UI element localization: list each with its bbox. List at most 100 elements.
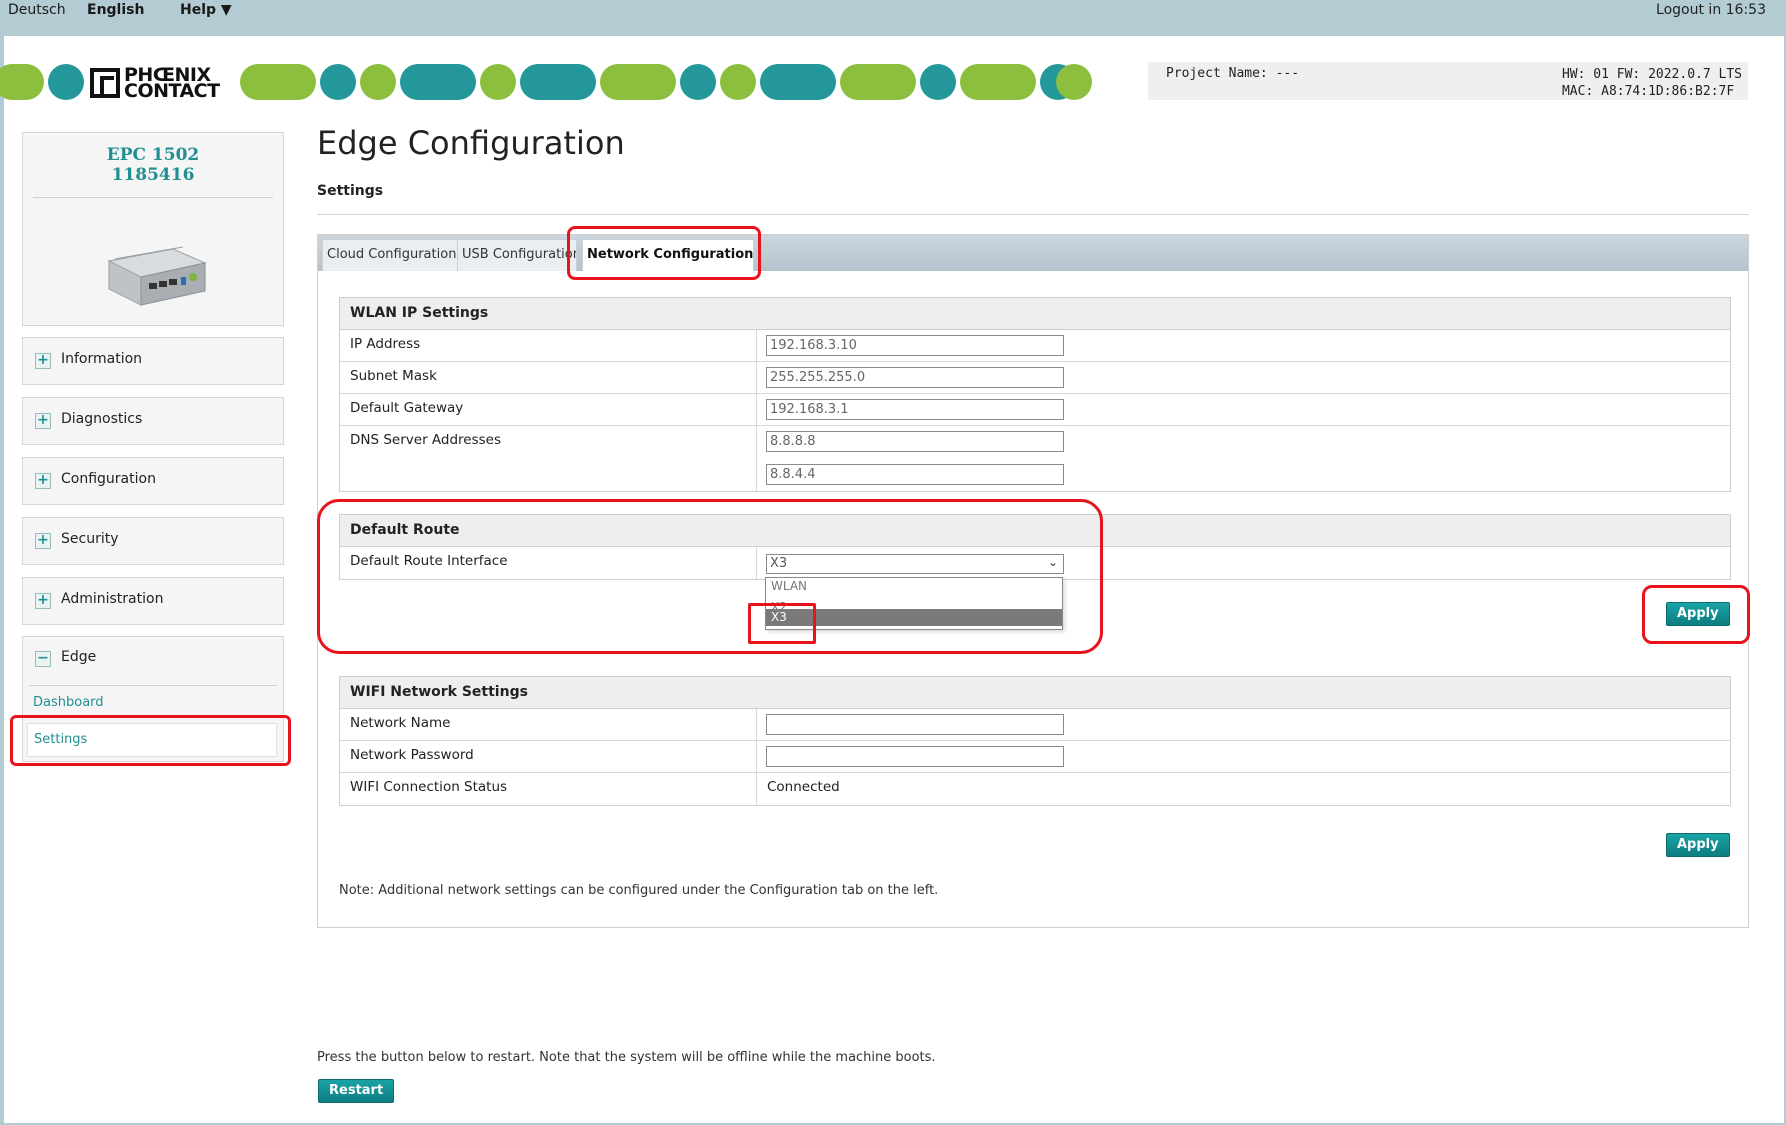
device-model: EPC 1502 [106, 145, 200, 165]
sidebar-item-label: Security [61, 531, 119, 547]
divider [317, 214, 1749, 215]
page-subtitle: Settings [317, 183, 384, 199]
frame-border-left [0, 36, 4, 1125]
phoenix-contact-logo: PHŒNIX CONTACT [86, 64, 236, 102]
brand-dot [320, 64, 356, 100]
table-row: Network Name [340, 709, 1730, 741]
tab-network-configuration[interactable]: Network Configuration [582, 239, 754, 271]
plus-icon: + [35, 353, 51, 369]
default-route-interface-label: Default Route Interface [350, 553, 508, 569]
help-menu[interactable]: Help ▼ [180, 2, 232, 18]
sidebar-item-diagnostics[interactable]: + Diagnostics [22, 397, 284, 445]
logout-link[interactable]: Logout in 16:53 [1656, 2, 1766, 18]
logo-text-line2: CONTACT [124, 80, 220, 102]
dns-server-2-input[interactable] [766, 464, 1064, 485]
network-name-label: Network Name [350, 715, 451, 731]
brand-dot [240, 64, 316, 100]
brand-dot [760, 64, 836, 100]
default-route-interface-select[interactable]: X3 ⌄ [766, 554, 1064, 574]
sidebar-group-edge: − Edge Dashboard Settings [22, 636, 284, 762]
sidebar-item-administration[interactable]: + Administration [22, 577, 284, 625]
brand-dot [480, 64, 516, 100]
network-password-input[interactable] [766, 746, 1064, 767]
sidebar-item-edge[interactable]: Edge [61, 649, 96, 665]
dns-server-1-input[interactable] [766, 431, 1064, 452]
network-password-label: Network Password [350, 747, 474, 763]
sidebar-item-label: Configuration [61, 471, 156, 487]
subnet-mask-label: Subnet Mask [350, 368, 437, 384]
default-route-section: Default Route Default Route Interface X3… [339, 514, 1731, 580]
table-row: IP Address [340, 330, 1730, 362]
sidebar-subitem-settings[interactable]: Settings [34, 732, 87, 747]
dns-servers-label: DNS Server Addresses [350, 432, 502, 448]
brand-dot [720, 64, 756, 100]
device-part-number: 1185416 [111, 165, 195, 185]
wifi-network-settings-section: WIFI Network Settings Network Name Netwo… [339, 676, 1731, 806]
plus-icon: + [35, 413, 51, 429]
sidebar-subitem-dashboard[interactable]: Dashboard [33, 695, 104, 710]
device-card: EPC 1502 1185416 [22, 132, 284, 326]
settings-panel: Cloud Configuration USB Configuration Ne… [317, 234, 1749, 928]
sidebar-subitem-settings-active[interactable]: Settings [27, 723, 277, 757]
top-bar: Deutsch English Help ▼ Logout in 16:53 [0, 0, 1786, 36]
subnet-mask-input[interactable] [766, 367, 1064, 388]
brand-dot [360, 64, 396, 100]
table-row: DNS Server Addresses [340, 426, 1730, 491]
table-row: WIFI Connection Status Connected [340, 773, 1730, 805]
tab-usb-configuration[interactable]: USB Configuration [457, 239, 577, 271]
brand-dot [840, 64, 916, 100]
plus-icon: + [35, 593, 51, 609]
brand-dot [48, 64, 84, 100]
plus-icon: + [35, 533, 51, 549]
section-heading: WLAN IP Settings [340, 298, 1730, 330]
ip-address-input[interactable] [766, 335, 1064, 356]
tab-bar: Cloud Configuration USB Configuration Ne… [318, 235, 1748, 271]
network-name-input[interactable] [766, 714, 1064, 735]
logo-mark-icon [90, 68, 120, 98]
wifi-status-value: Connected [767, 779, 840, 795]
tab-cloud-configuration[interactable]: Cloud Configuration [322, 239, 458, 271]
dropdown-option-x3[interactable]: X3 [766, 609, 1062, 626]
divider [33, 197, 273, 198]
apply-button-wifi[interactable]: Apply [1666, 833, 1730, 857]
lang-deutsch-link[interactable]: Deutsch [8, 2, 66, 18]
default-gateway-label: Default Gateway [350, 400, 464, 416]
table-row: Default Gateway [340, 394, 1730, 426]
sidebar-item-security[interactable]: + Security [22, 517, 284, 565]
brand-dot [400, 64, 476, 100]
sidebar-item-label: Diagnostics [61, 411, 143, 427]
lang-english-link[interactable]: English [87, 2, 144, 18]
page-title: Edge Configuration [317, 124, 625, 162]
dropdown-option-wlan[interactable]: WLAN [766, 578, 1062, 595]
wifi-status-label: WIFI Connection Status [350, 779, 508, 795]
brand-dot [520, 64, 596, 100]
section-heading: WIFI Network Settings [340, 677, 1730, 709]
default-route-dropdown-list: WLAN X2 X3 [765, 577, 1063, 630]
brand-dot [0, 64, 44, 100]
brand-strip: PHŒNIX CONTACT [0, 64, 1094, 102]
mac-address: MAC: A8:74:1D:86:B2:7F [1561, 84, 1735, 99]
default-gateway-input[interactable] [766, 399, 1064, 420]
table-row: Network Password [340, 741, 1730, 773]
brand-dot [600, 64, 676, 100]
sidebar-item-information[interactable]: + Information [22, 337, 284, 385]
chevron-down-icon: ⌄ [1047, 555, 1058, 569]
device-image [107, 246, 207, 306]
brand-dot [920, 64, 956, 100]
divider [29, 685, 277, 686]
hw-fw-version: HW: 01 FW: 2022.0.7 LTS [1561, 67, 1742, 82]
apply-button-route[interactable]: Apply [1666, 602, 1730, 626]
table-row: Subnet Mask [340, 362, 1730, 394]
section-heading: Default Route [340, 515, 1730, 547]
sidebar-item-label: Information [61, 351, 143, 367]
brand-dot [960, 64, 1036, 100]
minus-icon[interactable]: − [35, 651, 51, 667]
brand-dot [1056, 64, 1092, 100]
project-name: Project Name: --- [1166, 66, 1300, 81]
ip-address-label: IP Address [350, 336, 421, 352]
restart-button[interactable]: Restart [318, 1079, 395, 1103]
dropdown-option-x2[interactable]: X2 [766, 595, 1062, 609]
plus-icon: + [35, 473, 51, 489]
wlan-ip-settings-section: WLAN IP Settings IP Address Subnet Mask … [339, 297, 1731, 492]
sidebar-item-configuration[interactable]: + Configuration [22, 457, 284, 505]
